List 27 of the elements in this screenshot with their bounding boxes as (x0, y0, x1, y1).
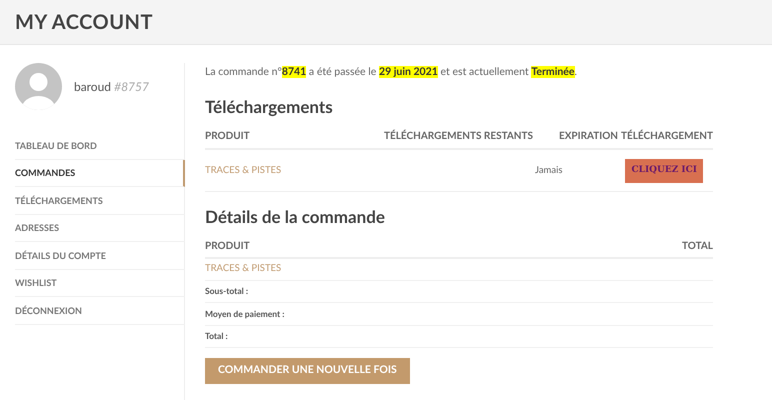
sidebar-item[interactable]: DÉCONNEXION (15, 297, 185, 324)
reorder-button[interactable]: COMMANDER UNE NOUVELLE FOIS (205, 358, 410, 384)
column-header: PRODUIT (205, 129, 251, 144)
summary-label: Sous-total : (205, 285, 248, 298)
username: baroud #8757 (74, 78, 149, 96)
summary-label: Moyen de paiement : (205, 308, 284, 320)
download-button[interactable]: CLIQUEZ ICI (625, 159, 703, 182)
column-header: PRODUIT (205, 238, 250, 254)
sidebar-item[interactable]: ADRESSES (15, 214, 185, 242)
sidebar-item[interactable]: WISHLIST (15, 270, 185, 297)
sidebar-item[interactable]: TABLEAU DE BORD (15, 132, 185, 160)
avatar-icon (15, 63, 62, 110)
sidebar-item[interactable]: DÉTAILS DU COMPTE (15, 242, 185, 270)
column-header: TÉLÉCHARGEMENT (620, 129, 713, 144)
summary-label: Total : (205, 330, 228, 343)
page-title: MY ACCOUNT (15, 9, 153, 36)
product-link[interactable]: TRACES & PISTES (205, 262, 282, 276)
section-heading: Détails de la commande (205, 205, 386, 230)
product-link[interactable]: TRACES & PISTES (205, 164, 357, 178)
column-header: TOTAL (682, 238, 713, 254)
section-heading: Téléchargements (205, 94, 334, 119)
column-header: TÉLÉCHARGEMENTS RESTANTS (384, 129, 533, 144)
column-header: EXPIRATION (558, 129, 618, 144)
table-cell-text: Jamais (534, 164, 564, 178)
order-status-text: La commande n°8741 a été passée le 29 juin 2021 et est actuellement Terminée. (205, 65, 578, 80)
sidebar-item[interactable]: COMMANDES (15, 160, 185, 187)
sidebar-item[interactable]: TÉLÉCHARGEMENTS (15, 187, 185, 214)
